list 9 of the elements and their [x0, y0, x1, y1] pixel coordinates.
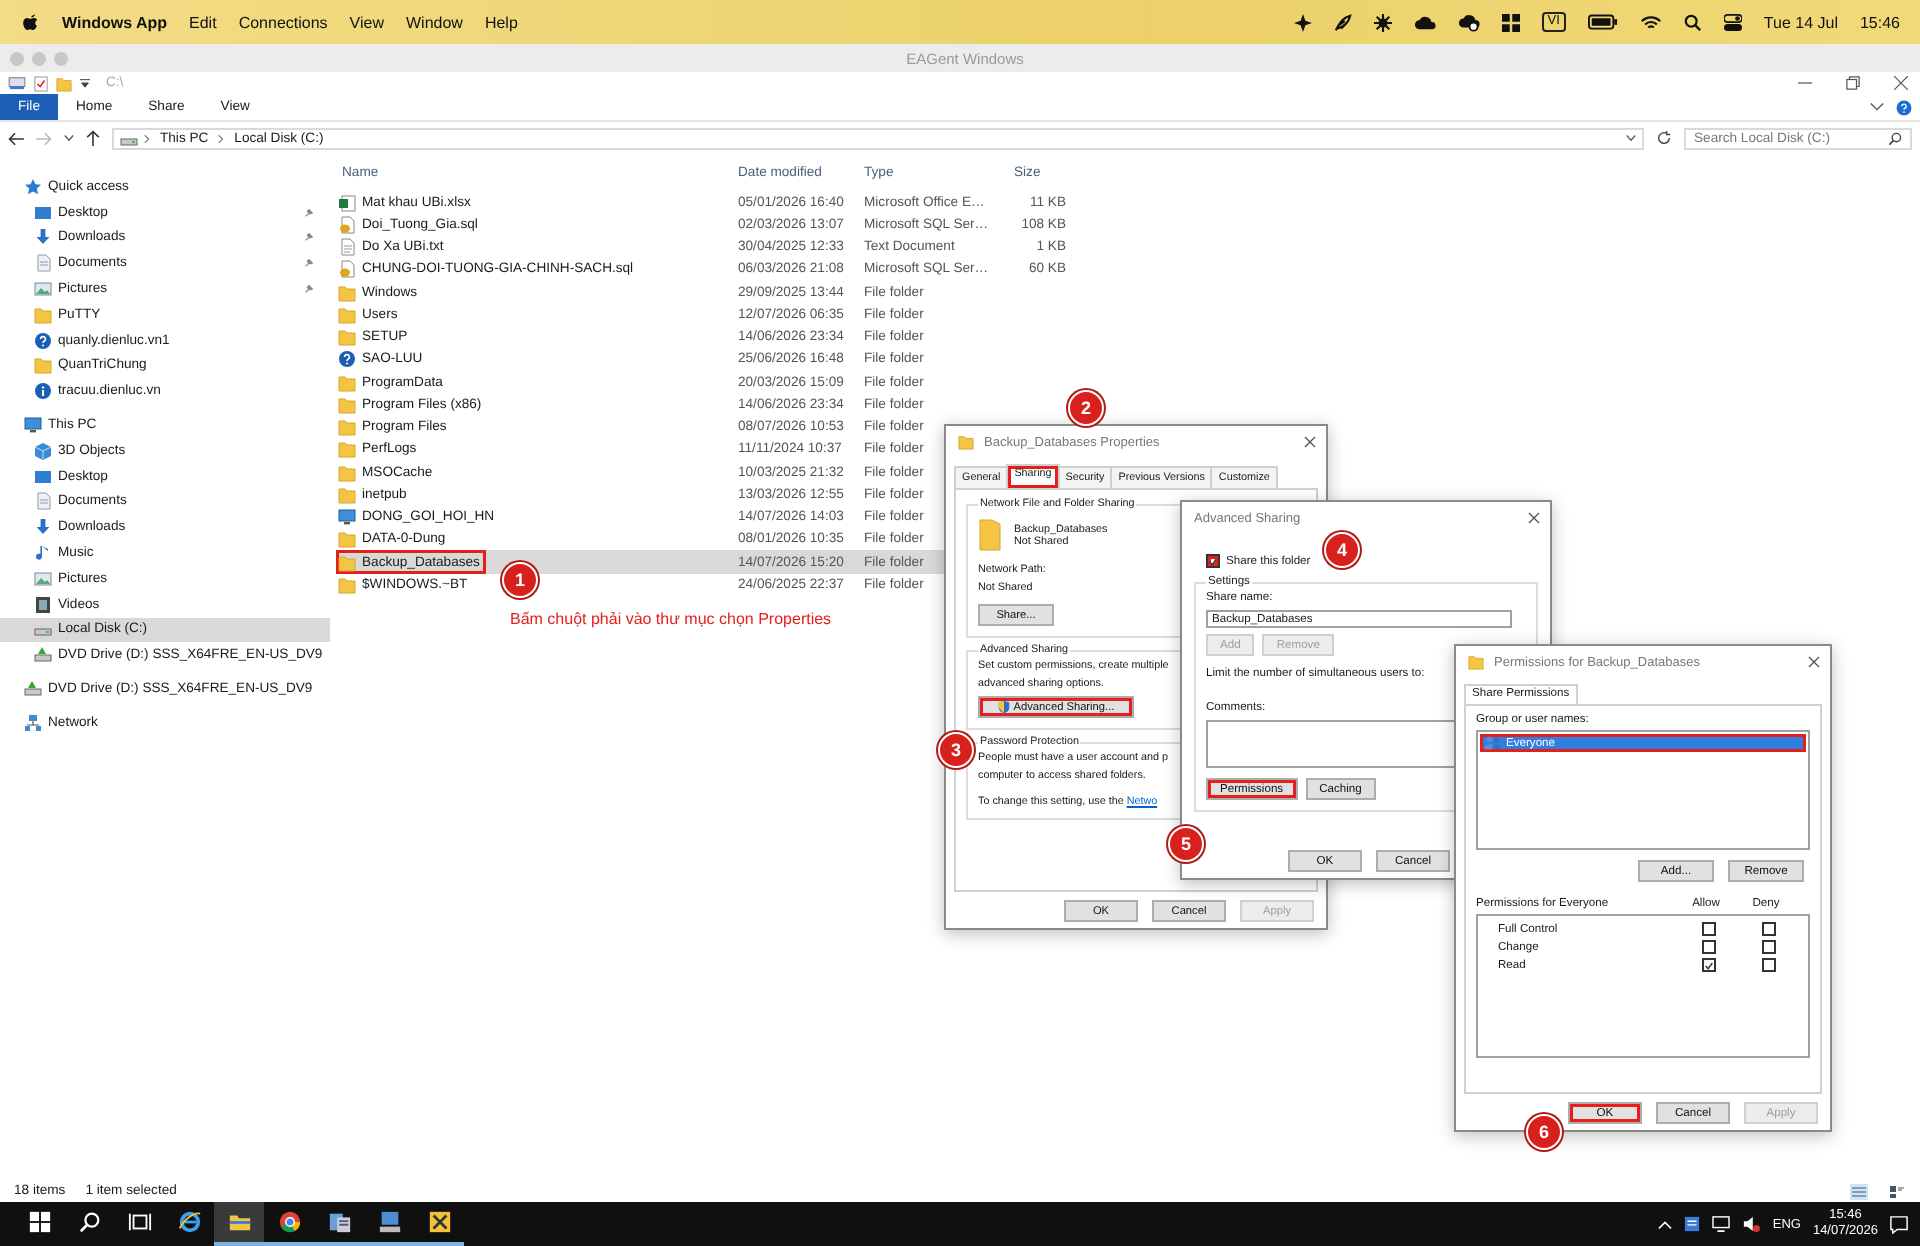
step-badge: 4 — [1324, 532, 1360, 568]
step-badge: 2 — [1068, 390, 1104, 426]
menubar-time: 15:46 — [1859, 13, 1900, 31]
menubar-date: Tue 14 Jul — [1763, 13, 1838, 31]
instruction-caption: Bấm chuột phải vào thư mục chọn Properties — [510, 610, 832, 628]
step-badge: 5 — [1168, 826, 1204, 862]
step-badge: 6 — [1526, 1114, 1562, 1150]
step-badge: 1 — [502, 562, 538, 598]
step-badge: 3 — [938, 732, 974, 768]
